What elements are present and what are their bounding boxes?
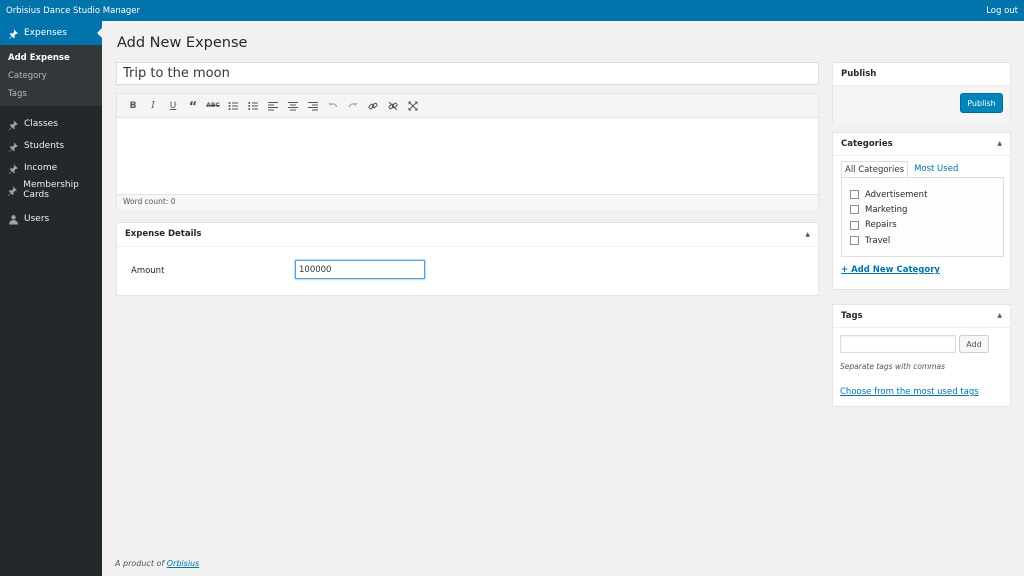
publish-box: Publish Publish — [832, 62, 1011, 122]
bullet-list-icon[interactable] — [223, 96, 243, 116]
choose-tags-link[interactable]: Choose from the most used tags — [840, 387, 979, 397]
submenu-add-expense[interactable]: Add Expense — [0, 49, 102, 67]
submenu-tags[interactable]: Tags — [0, 85, 102, 103]
sidebar-item-label: Students — [24, 141, 65, 151]
tab-all-categories[interactable]: All Categories — [841, 161, 909, 178]
checkbox[interactable] — [850, 205, 859, 215]
unlink-icon[interactable] — [383, 96, 403, 116]
sidebar-item-label: Users — [24, 214, 50, 224]
blockquote-icon[interactable]: “ — [183, 96, 203, 116]
align-right-icon[interactable] — [303, 96, 323, 116]
category-tabs: All Categories Most Used — [841, 161, 961, 178]
footer-text: A product of — [115, 559, 165, 568]
category-label: Advertisement — [865, 189, 928, 200]
sidebar-item-label: Classes — [24, 119, 58, 129]
sidebar-item-income[interactable]: Income — [0, 157, 102, 179]
editor-text-area[interactable] — [117, 118, 818, 194]
footer: A product of Orbisius — [115, 559, 199, 568]
title-input[interactable] — [116, 62, 819, 85]
collapse-arrow-icon[interactable]: ▲ — [805, 223, 810, 246]
strikethrough-icon[interactable]: ABC — [203, 96, 223, 116]
pin-icon — [7, 118, 19, 130]
tags-box: Tags ▲ Add Separate tags with commas Cho… — [832, 304, 1011, 407]
category-label: Repairs — [865, 220, 897, 231]
footer-link[interactable]: Orbisius — [167, 559, 200, 568]
category-label: Travel — [865, 235, 891, 246]
italic-icon[interactable]: I — [143, 96, 163, 116]
checkbox[interactable] — [850, 236, 859, 246]
checkbox[interactable] — [850, 190, 859, 200]
category-label: Marketing — [865, 204, 908, 215]
sidebar-item-label: Membership Cards — [23, 180, 79, 200]
sidebar-item-label: Income — [24, 163, 58, 173]
collapse-arrow-icon[interactable]: ▲ — [997, 133, 1002, 155]
sidebar-item-students[interactable]: Students — [0, 135, 102, 157]
sidebar-item-label: Expenses — [24, 28, 67, 38]
publish-header: Publish — [833, 63, 1010, 86]
expenses-submenu: Add Expense Category Tags — [0, 45, 102, 106]
expense-details-box: Expense Details ▲ Amount — [116, 222, 819, 296]
admin-sidebar: Expenses Add Expense Category Tags Class… — [0, 21, 102, 576]
pin-icon — [7, 162, 19, 174]
undo-icon[interactable] — [323, 96, 343, 116]
pin-icon — [7, 27, 19, 39]
category-checklist: Advertisement Marketing Repairs Travel — [841, 177, 1004, 257]
numbered-list-icon[interactable] — [243, 96, 263, 116]
sidebar-item-expenses[interactable]: Expenses — [0, 21, 102, 45]
sidebar-item-classes[interactable]: Classes — [0, 113, 102, 135]
tags-header[interactable]: Tags ▲ — [833, 305, 1010, 328]
categories-title: Categories — [841, 139, 893, 149]
list-item[interactable]: Advertisement — [842, 187, 1003, 202]
users-icon — [7, 213, 19, 225]
align-center-icon[interactable] — [283, 96, 303, 116]
expense-details-title: Expense Details — [125, 229, 202, 239]
word-count: Word count: 0 — [117, 194, 818, 209]
editor-toolbar: B I U “ ABC — [117, 94, 818, 118]
sidebar-item-membership-cards[interactable]: Membership Cards — [0, 179, 102, 201]
expense-details-header[interactable]: Expense Details ▲ — [117, 223, 818, 247]
publish-button[interactable]: Publish — [960, 93, 1003, 113]
tab-most-used[interactable]: Most Used — [908, 161, 961, 178]
site-name-link[interactable]: Orbisius Dance Studio Manager — [6, 6, 140, 16]
submenu-category[interactable]: Category — [0, 67, 102, 85]
align-left-icon[interactable] — [263, 96, 283, 116]
list-item[interactable]: Marketing — [842, 202, 1003, 217]
collapse-arrow-icon[interactable]: ▲ — [997, 305, 1002, 327]
amount-label: Amount — [131, 266, 165, 276]
pin-icon — [7, 184, 18, 196]
logout-link[interactable]: Log out — [986, 6, 1018, 16]
link-icon[interactable] — [363, 96, 383, 116]
amount-input[interactable] — [295, 260, 425, 279]
publish-title: Publish — [841, 69, 877, 79]
pin-icon — [7, 140, 19, 152]
sidebar-item-users[interactable]: Users — [0, 208, 102, 230]
underline-icon[interactable]: U — [163, 96, 183, 116]
add-new-category-link[interactable]: + Add New Category — [841, 265, 940, 275]
categories-box: Categories ▲ All Categories Most Used Ad… — [832, 132, 1011, 290]
bold-icon[interactable]: B — [123, 96, 143, 116]
page-title: Add New Expense — [117, 35, 248, 51]
list-item[interactable]: Travel — [842, 233, 1003, 248]
categories-header[interactable]: Categories ▲ — [833, 133, 1010, 156]
tag-help-text: Separate tags with commas — [840, 362, 946, 371]
add-tag-button[interactable]: Add — [959, 335, 989, 353]
tag-input[interactable] — [840, 335, 956, 353]
admin-bar: Orbisius Dance Studio Manager Log out — [0, 0, 1024, 21]
fullscreen-icon[interactable] — [403, 96, 423, 116]
content-editor: B I U “ ABC Word count: 0 — [116, 93, 819, 209]
checkbox[interactable] — [850, 220, 859, 230]
list-item[interactable]: Repairs — [842, 218, 1003, 233]
tags-title: Tags — [841, 311, 863, 321]
redo-icon[interactable] — [343, 96, 363, 116]
